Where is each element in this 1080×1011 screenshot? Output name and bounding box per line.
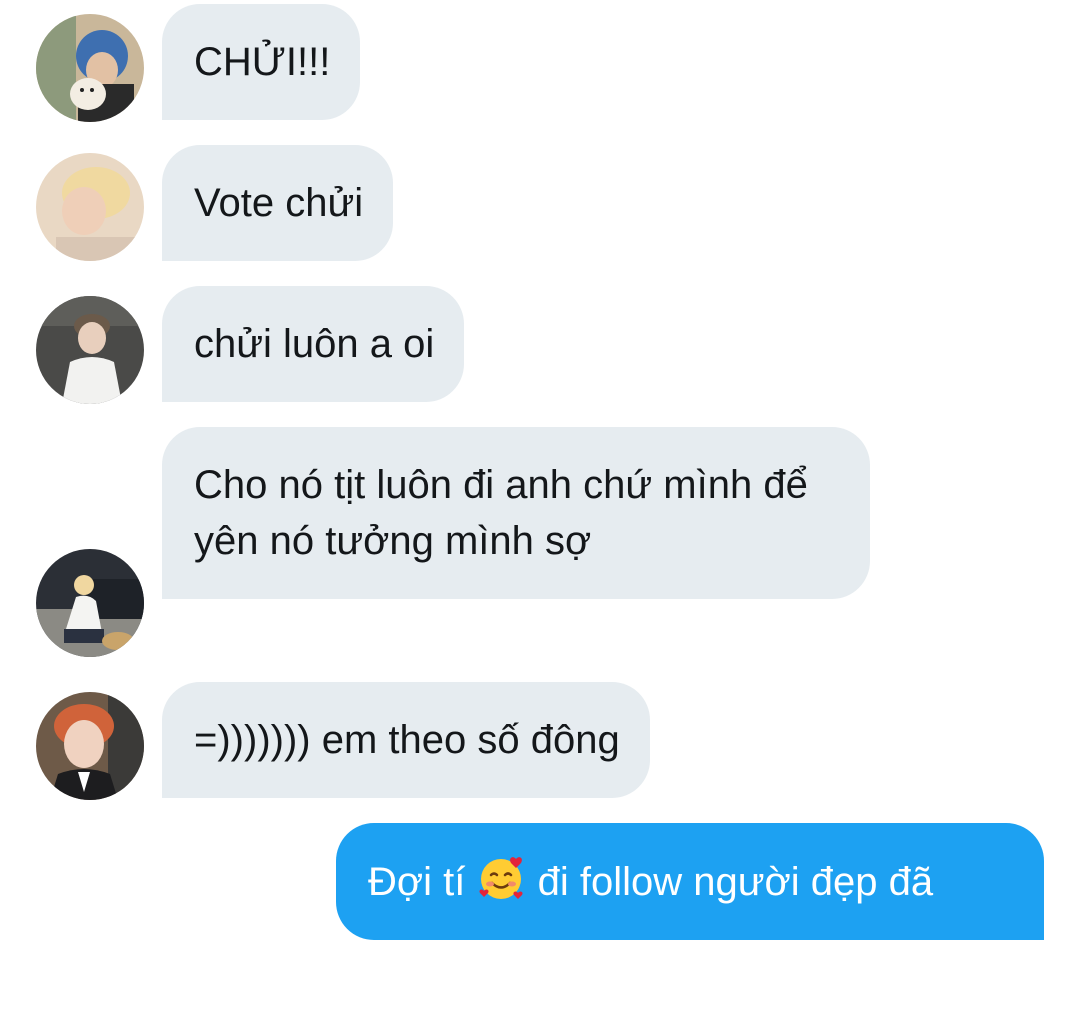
message-row: =))))))) em theo số đông [0, 682, 1080, 800]
message-row: Cho nó tịt luôn đi anh chứ mình để yên n… [0, 427, 1080, 659]
message-row: CHỬI!!! [0, 4, 1080, 122]
message-row: Đợi tí đi follow người đẹp đã [0, 823, 1080, 997]
smiling-face-with-hearts-emoji-icon [476, 853, 526, 903]
message-bubble[interactable]: Vote chửi [162, 145, 394, 261]
message-text-part: Đợi tí [368, 860, 466, 904]
message-bubble[interactable]: Cho nó tịt luôn đi anh chứ mình để yên n… [162, 427, 870, 599]
avatar-red-hair-icon[interactable] [36, 692, 144, 800]
message-row: chửi luôn a oi [0, 286, 1080, 404]
message-bubble[interactable]: chửi luôn a oi [162, 286, 465, 402]
avatar-crouching-icon[interactable] [36, 549, 144, 657]
avatar-blond-profile-icon[interactable] [36, 153, 144, 261]
avatar-blue-hair-icon[interactable] [36, 14, 144, 122]
message-row: Vote chửi [0, 145, 1080, 261]
message-bubble[interactable]: =))))))) em theo số đông [162, 682, 650, 798]
avatar-white-shirt-icon[interactable] [36, 296, 144, 404]
outgoing-message-bubble[interactable]: Đợi tí đi follow người đẹp đã [336, 823, 1044, 940]
message-text-part: đi follow người đẹp đã [537, 860, 934, 904]
message-bubble[interactable]: CHỬI!!! [162, 4, 361, 120]
